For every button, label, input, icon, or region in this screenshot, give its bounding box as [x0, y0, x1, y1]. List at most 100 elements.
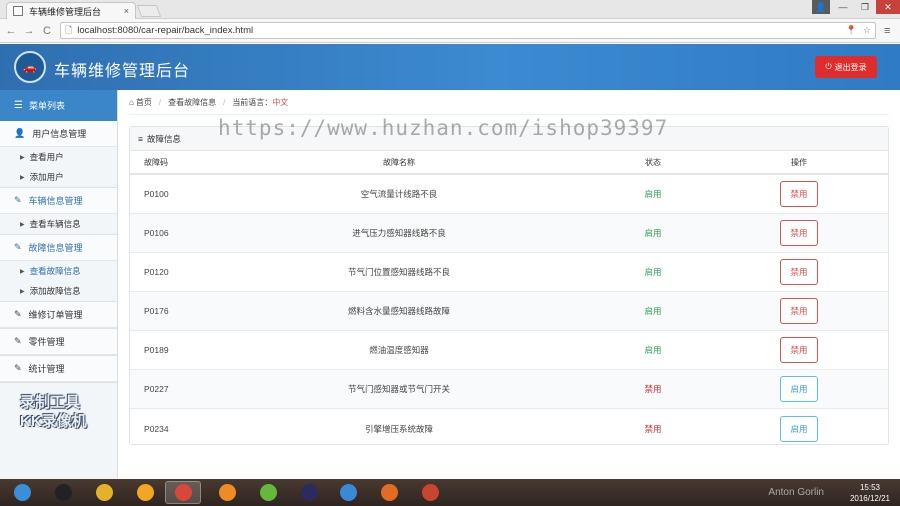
sidebar-item-parts[interactable]: ✎ 零件管理 [0, 329, 117, 355]
column-header-name: 故障名称 [383, 157, 415, 167]
column-header-action: 操作 [791, 157, 807, 167]
fault-name: 节气门感知器或节气门开关 [347, 384, 450, 394]
fault-code: P0227 [144, 384, 169, 394]
sidebar-item-statistics[interactable]: ✎ 统计管理 [0, 356, 117, 382]
table-row: P0189 燃油温度感知器 启用 禁用 [130, 331, 888, 370]
app-header: 🚗 车辆维修管理后台 ⏻ 退出登录 [0, 44, 900, 90]
sidebar-subitem-view-users[interactable]: ▶ 查看用户 [0, 147, 117, 167]
sidebar-item-label: 用户信息管理 [32, 129, 87, 139]
sidebar-subitem-label: 查看用户 [29, 152, 64, 162]
back-arrow-icon[interactable]: ← [4, 25, 18, 37]
rec-app-icon[interactable] [412, 481, 448, 504]
language-label: 当前语言： [232, 97, 273, 107]
table-row: P0176 燃料含水量感知器线路故障 启用 禁用 [130, 292, 888, 331]
disable-button[interactable]: 禁用 [780, 181, 818, 207]
sidebar-subitem-view-faults[interactable]: ▶ 查看故障信息 [0, 261, 117, 281]
start-orb-glyph [13, 484, 31, 501]
sidebar-item-fault-management[interactable]: ✎ 故障信息管理 [0, 235, 117, 261]
tab-close-icon[interactable]: × [124, 6, 129, 16]
disable-button[interactable]: 禁用 [780, 337, 818, 363]
browser-menu-icon[interactable]: ≡ [884, 25, 890, 37]
sidebar-subitem-add-fault[interactable]: ▶ 添加故障信息 [0, 281, 117, 301]
sublime-app-icon[interactable] [371, 481, 407, 504]
forward-arrow-icon[interactable]: → [22, 25, 36, 37]
fault-code: P0106 [144, 228, 169, 238]
fault-name: 节气门位置感知器线路不良 [347, 267, 450, 277]
page-favicon-icon [13, 6, 23, 16]
fish-app-icon[interactable] [127, 481, 163, 504]
car-logo-icon: 🚗 [14, 51, 46, 83]
profile-icon[interactable]: 👤 [812, 0, 830, 14]
url-text[interactable]: localhost:8080/car-repair/back_index.htm… [77, 25, 839, 36]
disable-button[interactable]: 禁用 [780, 220, 818, 246]
sidebar-item-label: 零件管理 [28, 337, 65, 347]
page-info-icon[interactable]: 🗋 [65, 23, 72, 39]
eclipse-app-glyph [300, 484, 318, 501]
fault-code: P0100 [144, 189, 169, 199]
start-orb-icon[interactable] [4, 481, 40, 504]
reload-icon[interactable]: C [40, 25, 54, 37]
app-title: 车辆维修管理后台 [54, 63, 191, 80]
edit-icon: ✎ [14, 242, 22, 252]
status-badge: 启用 [644, 228, 662, 238]
sidebar-group-parts: ✎ 零件管理 [0, 329, 117, 356]
sidebar-item-repair-orders[interactable]: ✎ 维修订单管理 [0, 302, 117, 328]
sidebar-group-stats: ✎ 统计管理 [0, 356, 117, 383]
browser-tab[interactable]: 车辆维修管理后台 × [6, 2, 136, 19]
fault-code: P0189 [144, 345, 169, 355]
tab-title: 车辆维修管理后台 [29, 6, 102, 17]
sidebar-item-user-management[interactable]: 👤 用户信息管理 [0, 121, 117, 147]
sidebar-item-vehicle-management[interactable]: ✎ 车辆信息管理 [0, 188, 117, 214]
rec-app-glyph [421, 484, 439, 501]
minimize-button[interactable]: — [832, 0, 854, 14]
360-app-icon[interactable] [250, 481, 286, 504]
caret-right-icon: ▶ [20, 288, 25, 295]
sidebar-header: ☰ 菜单列表 [0, 90, 117, 121]
qq-app-icon[interactable] [45, 481, 81, 504]
disable-button[interactable]: 禁用 [780, 259, 818, 285]
chrome-app-icon[interactable] [165, 481, 201, 504]
breadcrumb-home[interactable]: 首页 [136, 97, 152, 108]
table-row: P0234 引擎增压系统故障 禁用 启用 [130, 409, 888, 448]
new-tab-button[interactable] [136, 5, 162, 17]
browser-toolbar: ← → C 🗋 localhost:8080/car-repair/back_i… [0, 19, 900, 43]
qq-app-glyph [54, 484, 72, 501]
logout-button[interactable]: ⏻ 退出登录 [815, 56, 877, 78]
tray-user-name: Anton Gorlin [768, 487, 824, 498]
sidebar-item-label: 维修订单管理 [28, 310, 83, 320]
table-header: 故障码 故障名称 状态 操作 [130, 151, 888, 175]
ie-app-glyph [95, 484, 113, 501]
bookmark-star-icon[interactable]: ☆ [863, 25, 871, 36]
caret-right-icon: ▶ [20, 174, 25, 181]
ie-app-icon[interactable] [86, 481, 122, 504]
breadcrumb-page[interactable]: 查看故障信息 [168, 97, 216, 108]
disable-button[interactable]: 禁用 [780, 298, 818, 324]
fault-name: 空气流量计线路不良 [360, 189, 438, 199]
360-app-glyph [259, 484, 277, 501]
maximize-button[interactable]: ❐ [854, 0, 876, 14]
wifi-app-icon[interactable] [209, 481, 245, 504]
sidebar-subitem-view-vehicles[interactable]: ▶ 查看车辆信息 [0, 214, 117, 234]
enable-button[interactable]: 启用 [780, 415, 818, 442]
sidebar-item-label: 统计管理 [28, 364, 65, 374]
panel-header: ≡ 故障信息 [130, 127, 888, 151]
sidebar-subitem-label: 添加故障信息 [29, 286, 81, 296]
sidebar-subitem-add-user[interactable]: ▶ 添加用户 [0, 167, 117, 187]
close-window-button[interactable]: ✕ [876, 0, 900, 14]
edge-app-icon[interactable] [330, 481, 366, 504]
table-row: P0106 进气压力感知器线路不良 启用 禁用 [130, 214, 888, 253]
column-header-code: 故障码 [144, 157, 168, 167]
sidebar: ☰ 菜单列表 👤 用户信息管理 ▶ 查看用户 ▶ 添加用户 ✎ 车辆信息管理 ▶ 查看… [0, 90, 118, 479]
breadcrumb: ⌂ 首页 / 查看故障信息 / 当前语言： 中文 [129, 90, 889, 115]
location-pin-icon[interactable]: 📍 [846, 25, 857, 36]
eclipse-app-icon[interactable] [291, 481, 327, 504]
edit-icon: ✎ [14, 336, 22, 346]
column-header-status: 状态 [645, 157, 661, 167]
enable-button[interactable]: 启用 [780, 376, 818, 402]
fish-app-glyph [136, 484, 154, 501]
language-value[interactable]: 中文 [272, 97, 288, 108]
breadcrumb-separator: / [158, 97, 162, 107]
system-clock[interactable]: 15:53 2016/12/21 [850, 482, 890, 504]
address-bar[interactable]: 🗋 localhost:8080/car-repair/back_index.h… [60, 22, 876, 39]
sidebar-item-label: 车辆信息管理 [28, 196, 83, 206]
